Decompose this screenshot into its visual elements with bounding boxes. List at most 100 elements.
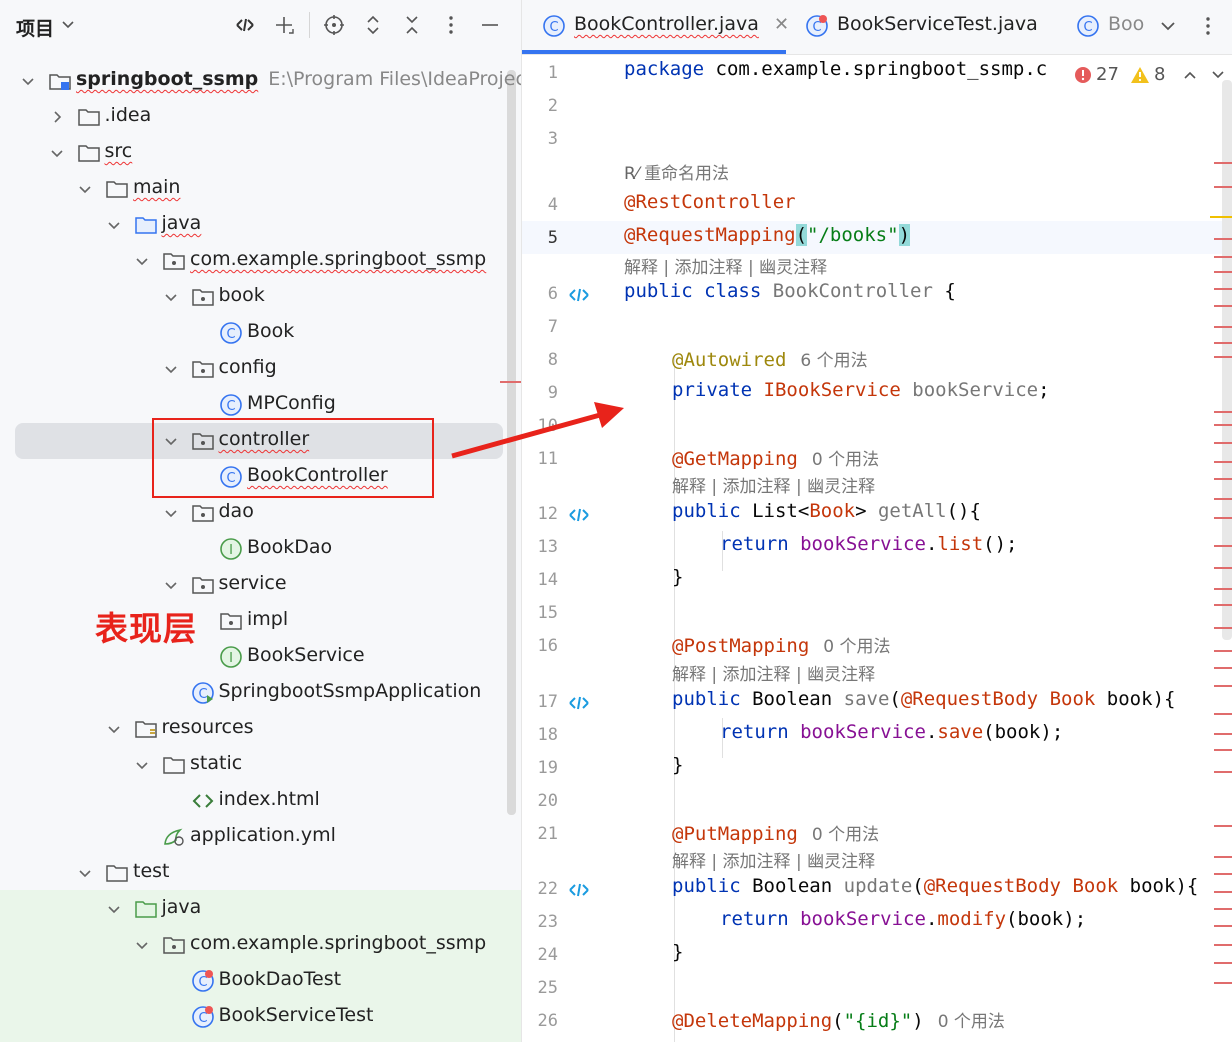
code-area[interactable]: package com.example.springboot_ssmp.c R⁄… [624,55,1214,1042]
tree-item[interactable]: book [0,279,521,315]
test-source-folder-icon [134,897,158,921]
chevron-down-icon[interactable] [60,16,76,32]
sync-icon[interactable] [233,13,257,37]
tree-item[interactable]: C SpringbootSsmpApplication [0,675,521,711]
inspection-widget[interactable]: 27 8 [1070,62,1232,88]
minimize-icon[interactable] [478,13,502,37]
tree-item-label: service [218,572,287,594]
project-panel: 项目 springboot_ssmp E:\Program Files\IdeaP… [0,0,522,1042]
tree-item-label: SpringbootSsmpApplication [218,680,482,702]
tree-item[interactable]: resources [0,711,521,747]
error-stripe-mark [1214,771,1232,773]
chevron-down-icon[interactable] [77,865,93,881]
inlay-hint[interactable]: 解释 | 添加注释 | 幽灵注释 [672,660,875,685]
error-count: 27 [1096,64,1119,85]
line-number: 19 [537,758,558,778]
code-line-17: public Boolean save(@RequestBody Book bo… [672,688,1176,710]
options-icon[interactable] [439,13,463,37]
error-stripe-mark [1214,478,1232,480]
expand-all-icon[interactable] [361,13,385,37]
tree-item[interactable]: src [0,135,521,171]
tab-boo[interactable]: C Boo [1076,0,1156,55]
svg-text:C: C [226,399,235,414]
tree-item[interactable]: main [0,171,521,207]
chevron-down-icon[interactable] [1156,14,1180,38]
line-number: 8 [547,350,558,370]
tree-item[interactable]: impl [0,603,521,639]
chevron-up-icon[interactable] [1182,68,1198,82]
chevron-down-icon[interactable] [77,181,93,197]
tree-item[interactable]: .idea [0,99,521,135]
inlay-hint[interactable]: 解释 | 添加注释 | 幽灵注释 [672,847,875,872]
chevron-down-icon[interactable] [163,289,179,305]
tree-item[interactable]: I BookDao [0,531,521,567]
tree-item[interactable]: java [0,891,521,927]
editor-scrollbar[interactable] [1222,80,1232,640]
tree-item[interactable]: dao [0,495,521,531]
chevron-down-icon[interactable] [134,937,150,953]
chevron-down-icon[interactable] [106,721,122,737]
tree-item-label: book [218,284,265,306]
line-number: 23 [537,912,558,932]
tree-item-label: dao [218,500,254,522]
tree-item[interactable]: com.example.springboot_ssmp [0,243,521,279]
chevron-down-icon[interactable] [163,361,179,377]
tree-item[interactable]: com.example.springboot_ssmp [0,927,521,963]
class-icon: C [219,393,243,417]
chevron-down-icon[interactable] [20,73,36,89]
tree-item-label: application.yml [190,824,336,846]
code-line-19: } [672,754,684,776]
tab-bookcontroller[interactable]: C BookController.java ✕ [542,0,790,55]
tab-label: Boo [1108,13,1145,35]
locate-icon[interactable] [322,13,346,37]
tree-item[interactable]: config [0,351,521,387]
tree-item-label: resources [161,716,254,738]
line-number: 17 [537,692,558,712]
chevron-down-icon[interactable] [163,505,179,521]
rename-hint[interactable]: R⁄ 重命名用法 [624,159,729,184]
tree-item-label: test [133,860,170,882]
tree-item[interactable]: application.yml [0,819,521,855]
inlay-hint[interactable]: 解释 | 添加注释 | 幽灵注释 [624,253,827,278]
package-icon [191,501,215,525]
close-icon[interactable]: ✕ [774,14,789,35]
tree-item[interactable]: service [0,567,521,603]
tab-options-icon[interactable] [1196,14,1220,38]
error-stripe-mark [1214,908,1232,910]
test-class-icon: C [191,1005,215,1029]
tree-item[interactable]: test [0,855,521,891]
inlay-hint[interactable]: 解释 | 添加注释 | 幽灵注释 [672,472,875,497]
chevron-down-icon[interactable] [49,145,65,161]
error-icon [1075,67,1091,83]
chevron-down-icon[interactable] [163,577,179,593]
tree-item[interactable]: index.html [0,783,521,819]
line-number: 20 [537,791,558,811]
endpoint-gutter-icon[interactable] [568,506,590,524]
tab-bookservicetest[interactable]: C BookServiceTest.java [805,0,1065,55]
tree-item-label: index.html [218,788,320,810]
chevron-down-icon[interactable] [134,757,150,773]
tree-item[interactable]: I BookService [0,639,521,675]
tree-item[interactable]: C BookServiceTest [0,999,521,1035]
add-icon[interactable] [272,13,296,37]
endpoint-gutter-icon[interactable] [568,286,590,304]
error-stripe-mark [1214,186,1232,188]
tree-item[interactable]: static [0,747,521,783]
test-class-icon: C [805,14,829,38]
tree-item[interactable]: C Book [0,315,521,351]
tree-item-label: Book [247,320,295,342]
tree-item[interactable]: springboot_ssmp E:\Program Files\IdeaProj… [0,63,521,99]
tree-item[interactable]: C BookDaoTest [0,963,521,999]
chevron-down-icon[interactable] [106,217,122,233]
toolbar-divider [309,12,310,38]
endpoint-gutter-icon[interactable] [568,881,590,899]
chevron-down-icon[interactable] [106,901,122,917]
line-gutter: 1 2 3 4 5 6 7 8 9 10 11 12 13 14 15 16 17 18 19 20 21 22 23 24 2… [522,55,622,1042]
chevron-right-icon[interactable] [49,109,65,125]
endpoint-gutter-icon[interactable] [568,694,590,712]
tree-item[interactable]: java [0,207,521,243]
error-stripe-mark [1214,567,1232,569]
collapse-all-icon[interactable] [400,13,424,37]
chevron-down-icon[interactable] [134,253,150,269]
project-panel-title[interactable]: 项目 [16,14,54,41]
